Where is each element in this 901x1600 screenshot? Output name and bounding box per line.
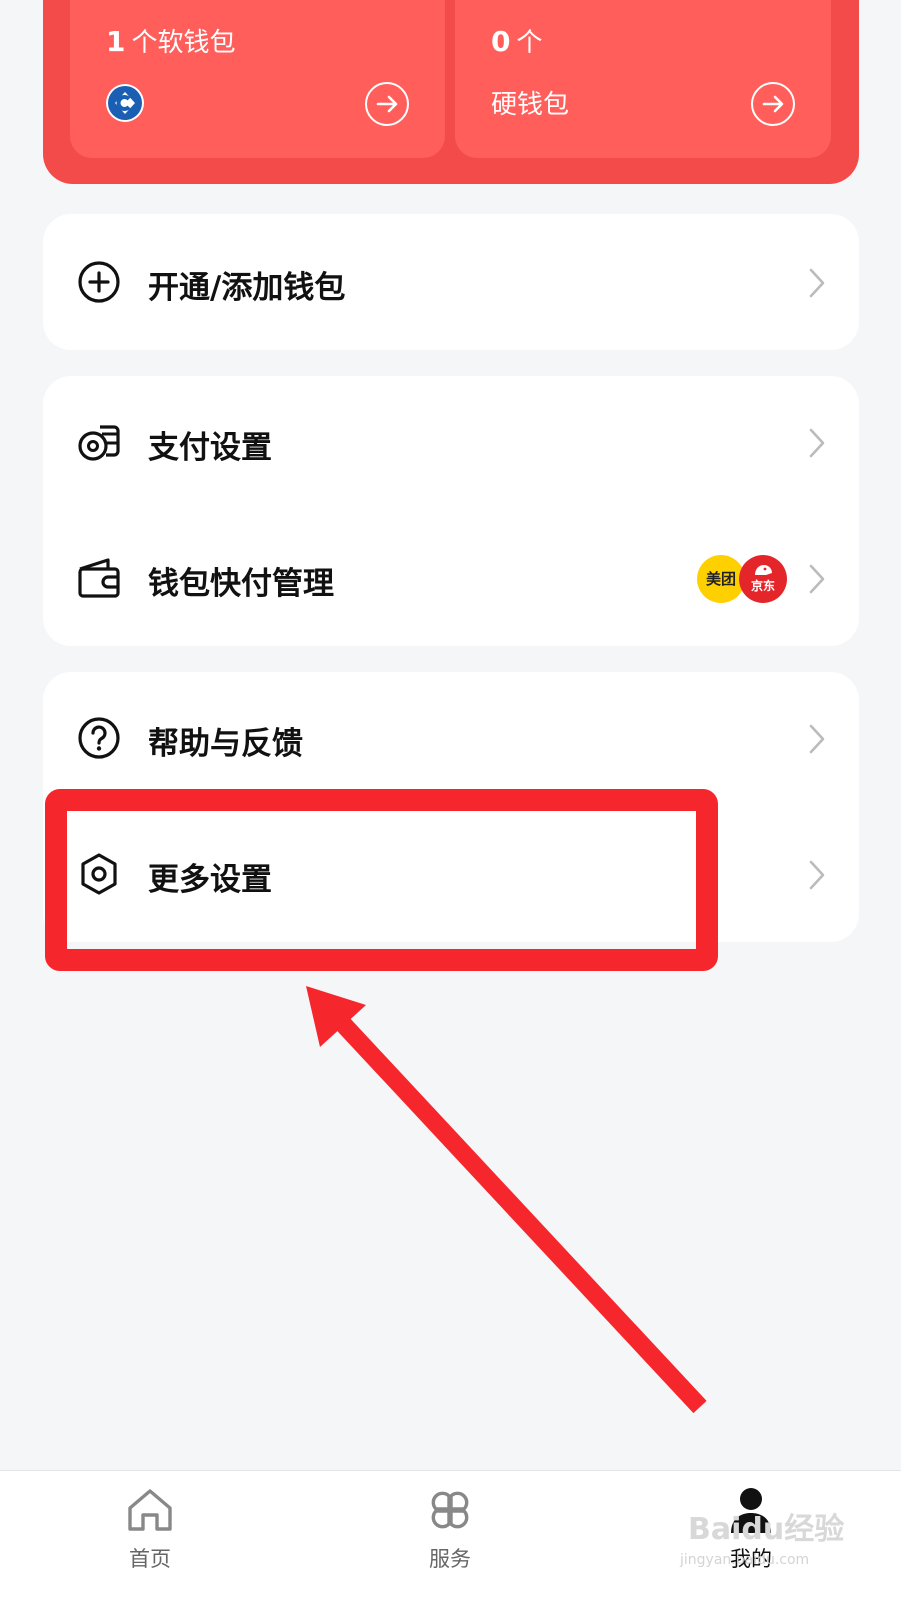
add-wallet-label: 开通/添加钱包 [148,270,346,306]
tab-home-label: 首页 [129,1547,171,1571]
watermark-text: Baidu经验 [688,1512,845,1547]
soft-wallet-title: 1 个软钱包 [106,22,236,59]
pay-settings-label: 支付设置 [148,430,272,466]
menu-row-more-settings[interactable]: 更多设置 [43,824,859,924]
chevron-right-icon [805,722,829,756]
tab-home[interactable]: 首页 [0,1471,300,1600]
tab-services[interactable]: 服务 [300,1471,600,1600]
soft-wallet-arrow-icon[interactable] [365,82,409,126]
hexagon-settings-icon [76,851,122,897]
annotation-arrow-shaft [323,1003,707,1414]
chevron-right-icon [805,562,829,596]
hard-wallet-arrow-icon[interactable] [751,82,795,126]
add-wallet-card: 开通/添加钱包 [43,214,859,350]
menu-row-help[interactable]: 帮助与反馈 [43,688,859,788]
menu-row-pay-settings[interactable]: 支付设置 [43,392,859,492]
soft-wallet-unit: 个软钱包 [131,28,236,58]
jd-dog-icon [755,565,772,575]
plus-circle-icon [76,259,122,305]
hard-wallet-tile[interactable]: 0个 硬钱包 [455,0,831,158]
wallet-icon [76,555,122,601]
baidu-watermark: Baidu经验 jingyan.baidu.com [680,1492,850,1582]
grid-icon [425,1485,475,1535]
hard-wallet-label: 硬钱包 [491,90,570,120]
jd-badge: 京东 [739,555,787,603]
hard-wallet-count: 0 [491,25,511,58]
hard-wallet-title: 0个 [491,22,543,59]
soft-wallet-count: 1 [106,25,126,58]
bank-logo-icon [106,84,144,122]
menu-row-add-wallet[interactable]: 开通/添加钱包 [43,232,859,332]
chevron-right-icon [805,266,829,300]
partner-badges: 美团 京东 [697,555,787,603]
help-label: 帮助与反馈 [148,726,303,762]
menu-row-quick-pay[interactable]: 钱包快付管理 美团 京东 [43,528,859,628]
support-card: 帮助与反馈 更多设置 [43,672,859,942]
meituan-badge: 美团 [697,555,745,603]
quick-pay-label: 钱包快付管理 [148,566,334,602]
jd-badge-text: 京东 [750,579,775,593]
chevron-right-icon [805,858,829,892]
more-settings-label: 更多设置 [148,862,272,898]
question-circle-icon [76,715,122,761]
coins-icon [76,419,122,465]
home-icon [125,1485,175,1535]
wallet-summary-card: 1 个软钱包 0个 硬钱包 [43,0,859,184]
tab-services-label: 服务 [429,1547,471,1571]
hard-wallet-unit: 个 [516,28,543,58]
annotation-arrow-head [306,986,366,1047]
soft-wallet-tile[interactable]: 1 个软钱包 [70,0,445,158]
chevron-right-icon [805,426,829,460]
watermark-url: jingyan.baidu.com [680,1552,810,1568]
payment-card: 支付设置 钱包快付管理 美团 京东 [43,376,859,646]
